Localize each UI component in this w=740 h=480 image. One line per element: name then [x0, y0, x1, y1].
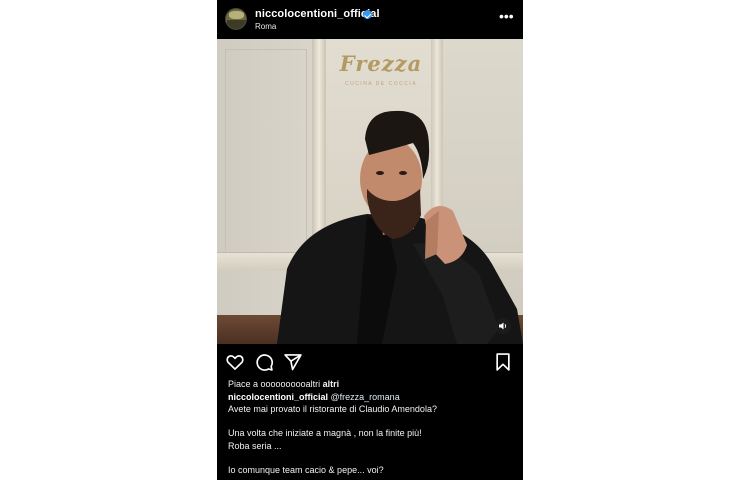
- likes-prefix: Piace a: [228, 379, 261, 389]
- likes-suffix: altri: [320, 379, 340, 389]
- comment-icon[interactable]: [254, 352, 274, 372]
- caption-line: Roba seria ...: [228, 440, 282, 451]
- caption-line: Una volta che iniziate a magnà , non la …: [228, 428, 422, 439]
- more-options-icon[interactable]: •••: [499, 9, 514, 23]
- post-image[interactable]: Frezza CUCINA DE COCCIA: [217, 39, 523, 344]
- caption-line: Io comunque team cacio & pepe... voi?: [228, 464, 384, 475]
- bookmark-icon[interactable]: [493, 352, 513, 372]
- avatar[interactable]: [225, 8, 247, 30]
- avatar-shape-bottom: [227, 20, 246, 29]
- caption-username[interactable]: niccolocentioni_official: [228, 392, 328, 402]
- caption-mention[interactable]: @frezza_romana: [331, 392, 400, 402]
- caption: niccolocentioni_official @frezza_romana …: [228, 391, 518, 476]
- heart-icon[interactable]: [225, 352, 245, 372]
- verified-badge-icon: [363, 10, 372, 19]
- speaker-icon[interactable]: [495, 318, 511, 334]
- send-icon[interactable]: [283, 352, 303, 372]
- username[interactable]: niccolocentioni_official: [255, 8, 380, 20]
- caption-line: Avete mai provato il ristorante di Claud…: [228, 404, 437, 415]
- post-header: niccolocentioni_official Roma •••: [217, 0, 523, 38]
- man-figure: [277, 110, 523, 344]
- heart-glyph: [226, 355, 244, 370]
- likes-users: oooooooooaltri: [260, 379, 321, 389]
- instagram-post: niccolocentioni_official Roma ••• Frezza…: [217, 0, 523, 480]
- bookmark-glyph: [496, 353, 510, 371]
- caption-first-line: niccolocentioni_official @frezza_romana: [228, 391, 518, 403]
- send-glyph: [284, 354, 302, 371]
- avatar-shape-top: [229, 11, 244, 19]
- speaker-glyph: [499, 322, 507, 330]
- comment-glyph: [256, 354, 274, 371]
- action-bar: [217, 344, 523, 378]
- likes-count[interactable]: Piace a oooooooooaltri altri: [228, 379, 339, 389]
- location[interactable]: Roma: [255, 22, 276, 31]
